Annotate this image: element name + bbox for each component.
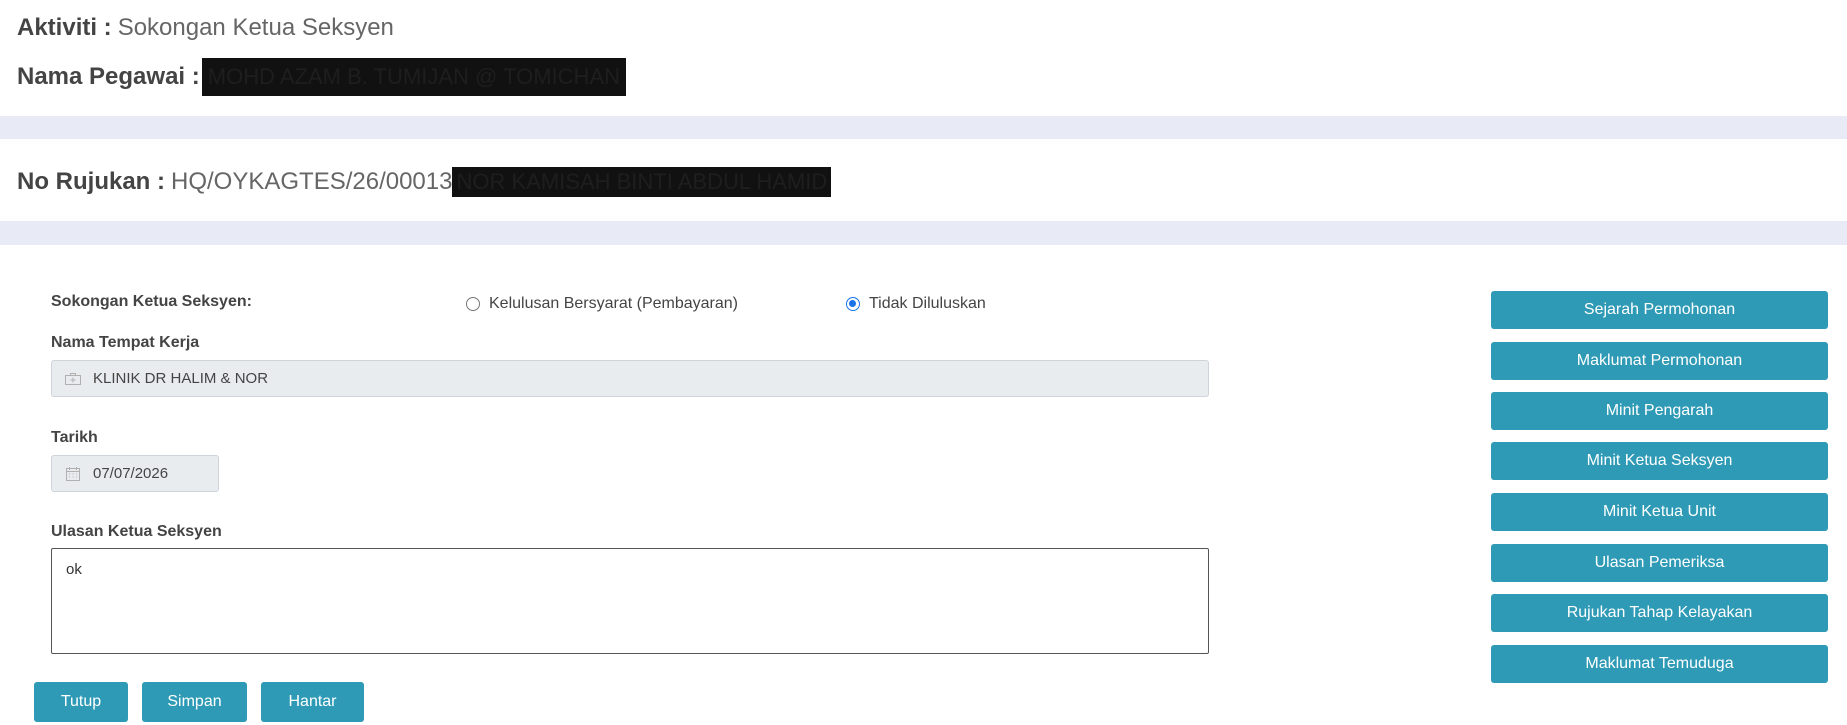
rujukan-name-redacted: NOR KAMISAH BINTI ABDUL HAMID [452,167,832,197]
ulasan-pemeriksa-button[interactable]: Ulasan Pemeriksa [1491,544,1828,582]
pegawai-label: Nama Pegawai : [17,63,200,90]
maklumat-permohonan-button[interactable]: Maklumat Permohonan [1491,342,1828,380]
tempat-kerja-value: KLINIK DR HALIM & NOR [93,370,269,387]
rujukan-label: No Rujukan : [17,168,165,195]
ulasan-label: Ulasan Ketua Seksyen [51,523,222,540]
radio-tidak-diluluskan[interactable]: Tidak Diluluskan [846,295,986,313]
header-panel: Aktiviti : Sokongan Ketua Seksyen Nama P… [0,0,1847,116]
hantar-button[interactable]: Hantar [261,682,364,722]
tempat-kerja-label: Nama Tempat Kerja [51,334,200,351]
tarikh-label: Tarikh [51,429,98,446]
sejarah-permohonan-button[interactable]: Sejarah Permohonan [1491,291,1828,329]
rujukan-line: No Rujukan : HQ/OYKAGTES/26/00013 NOR KA… [17,167,832,197]
minit-ketua-unit-button[interactable]: Minit Ketua Unit [1491,493,1828,531]
minit-ketua-seksyen-button[interactable]: Minit Ketua Seksyen [1491,442,1828,480]
maklumat-temuduga-button[interactable]: Maklumat Temuduga [1491,645,1828,683]
reference-panel: No Rujukan : HQ/OYKAGTES/26/00013 NOR KA… [0,139,1847,221]
pegawai-line: Nama Pegawai : MOHD AZAM B. TUMIJAN @ TO… [17,58,627,96]
ulasan-textarea[interactable]: ok [51,548,1209,654]
tarikh-value: 07/07/2026 [93,465,169,482]
radio-button-checked[interactable] [846,297,860,311]
radio-kelulusan-bersyarat[interactable]: Kelulusan Bersyarat (Pembayaran) [466,295,738,313]
radio-button-unchecked[interactable] [466,297,480,311]
minit-pengarah-button[interactable]: Minit Pengarah [1491,392,1828,430]
medical-kit-icon [64,372,82,386]
tempat-kerja-field[interactable]: KLINIK DR HALIM & NOR [51,360,1209,397]
aktiviti-value: Sokongan Ketua Seksyen [117,14,394,41]
tarikh-field[interactable]: 07/07/2026 [51,455,219,492]
aktiviti-line: Aktiviti : Sokongan Ketua Seksyen [17,14,394,42]
radio-kelulusan-label: Kelulusan Bersyarat (Pembayaran) [489,295,739,312]
rujukan-value: HQ/OYKAGTES/26/00013 [171,168,453,195]
simpan-button[interactable]: Simpan [142,682,247,722]
pegawai-name-redacted: MOHD AZAM B. TUMIJAN @ TOMICHAN [201,58,627,96]
aktiviti-label: Aktiviti : [17,14,112,41]
radio-tidak-label: Tidak Diluluskan [869,295,986,312]
sokongan-label: Sokongan Ketua Seksyen: [51,293,252,310]
calendar-icon [64,466,82,481]
rujukan-tahap-kelayakan-button[interactable]: Rujukan Tahap Kelayakan [1491,594,1828,632]
tutup-button[interactable]: Tutup [34,682,128,722]
